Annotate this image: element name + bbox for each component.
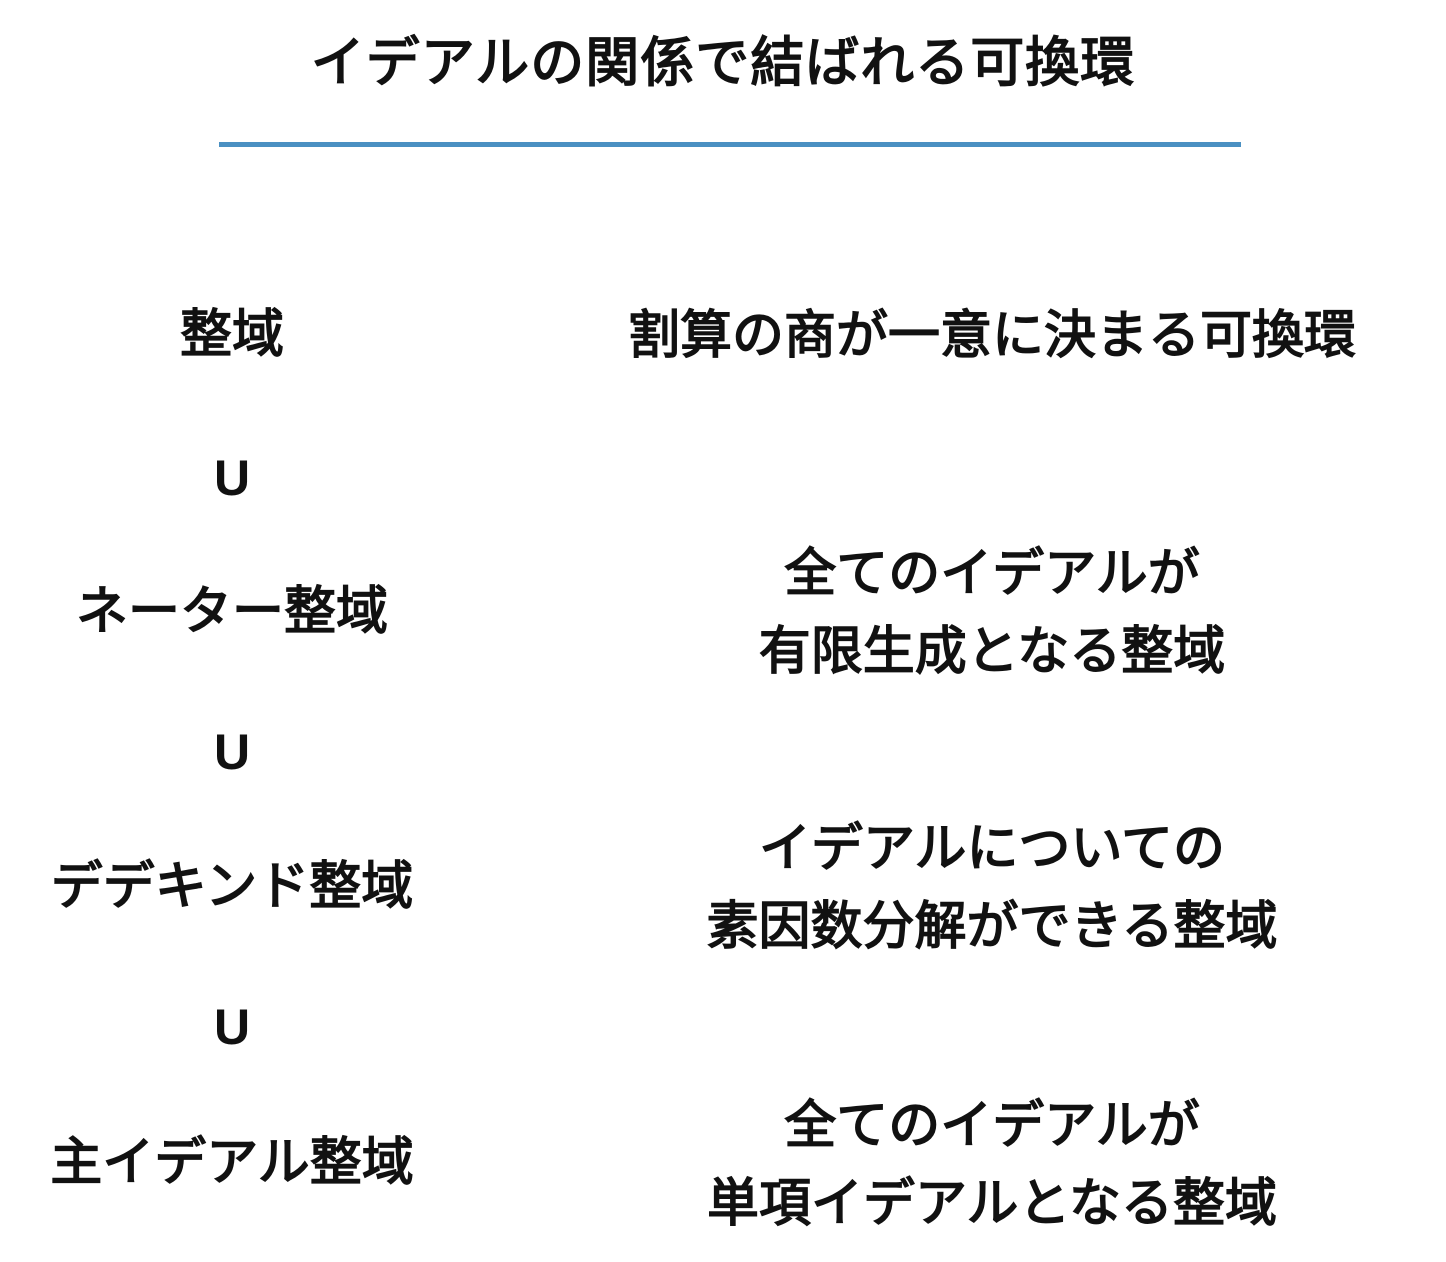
- term-noetherian-domain: ネーター整域: [75, 582, 388, 642]
- description-line: 割算の商が一意に決まる可換環: [627, 306, 1356, 366]
- page-title: イデアルの関係で結ばれる可換環: [310, 31, 1136, 94]
- term-integral-domain: 整域: [179, 305, 284, 365]
- description-line: イデアルについての: [759, 819, 1225, 879]
- description-integral-domain: 割算の商が一意に決まる可換環: [560, 297, 1424, 375]
- description-line: 有限生成となる整域: [758, 622, 1226, 682]
- subset-symbol: U: [213, 724, 251, 780]
- term-dedekind-domain: デデキンド整域: [50, 857, 414, 917]
- description-line: 全てのイデアルが: [784, 1096, 1200, 1156]
- description-line: 素因数分解ができる整域: [706, 897, 1278, 957]
- description-line: 単項イデアルとなる整域: [707, 1174, 1277, 1234]
- description-line: 全てのイデアルが: [784, 544, 1200, 604]
- description-principal-ideal-domain: 全てのイデアルが 単項イデアルとなる整域: [560, 1087, 1424, 1243]
- subset-symbol: U: [213, 999, 251, 1055]
- description-noetherian-domain: 全てのイデアルが 有限生成となる整域: [560, 535, 1424, 691]
- subset-symbol: U: [213, 450, 251, 506]
- title-divider: [219, 142, 1241, 147]
- description-dedekind-domain: イデアルについての 素因数分解ができる整域: [560, 810, 1424, 966]
- term-principal-ideal-domain: 主イデアル整域: [50, 1133, 414, 1193]
